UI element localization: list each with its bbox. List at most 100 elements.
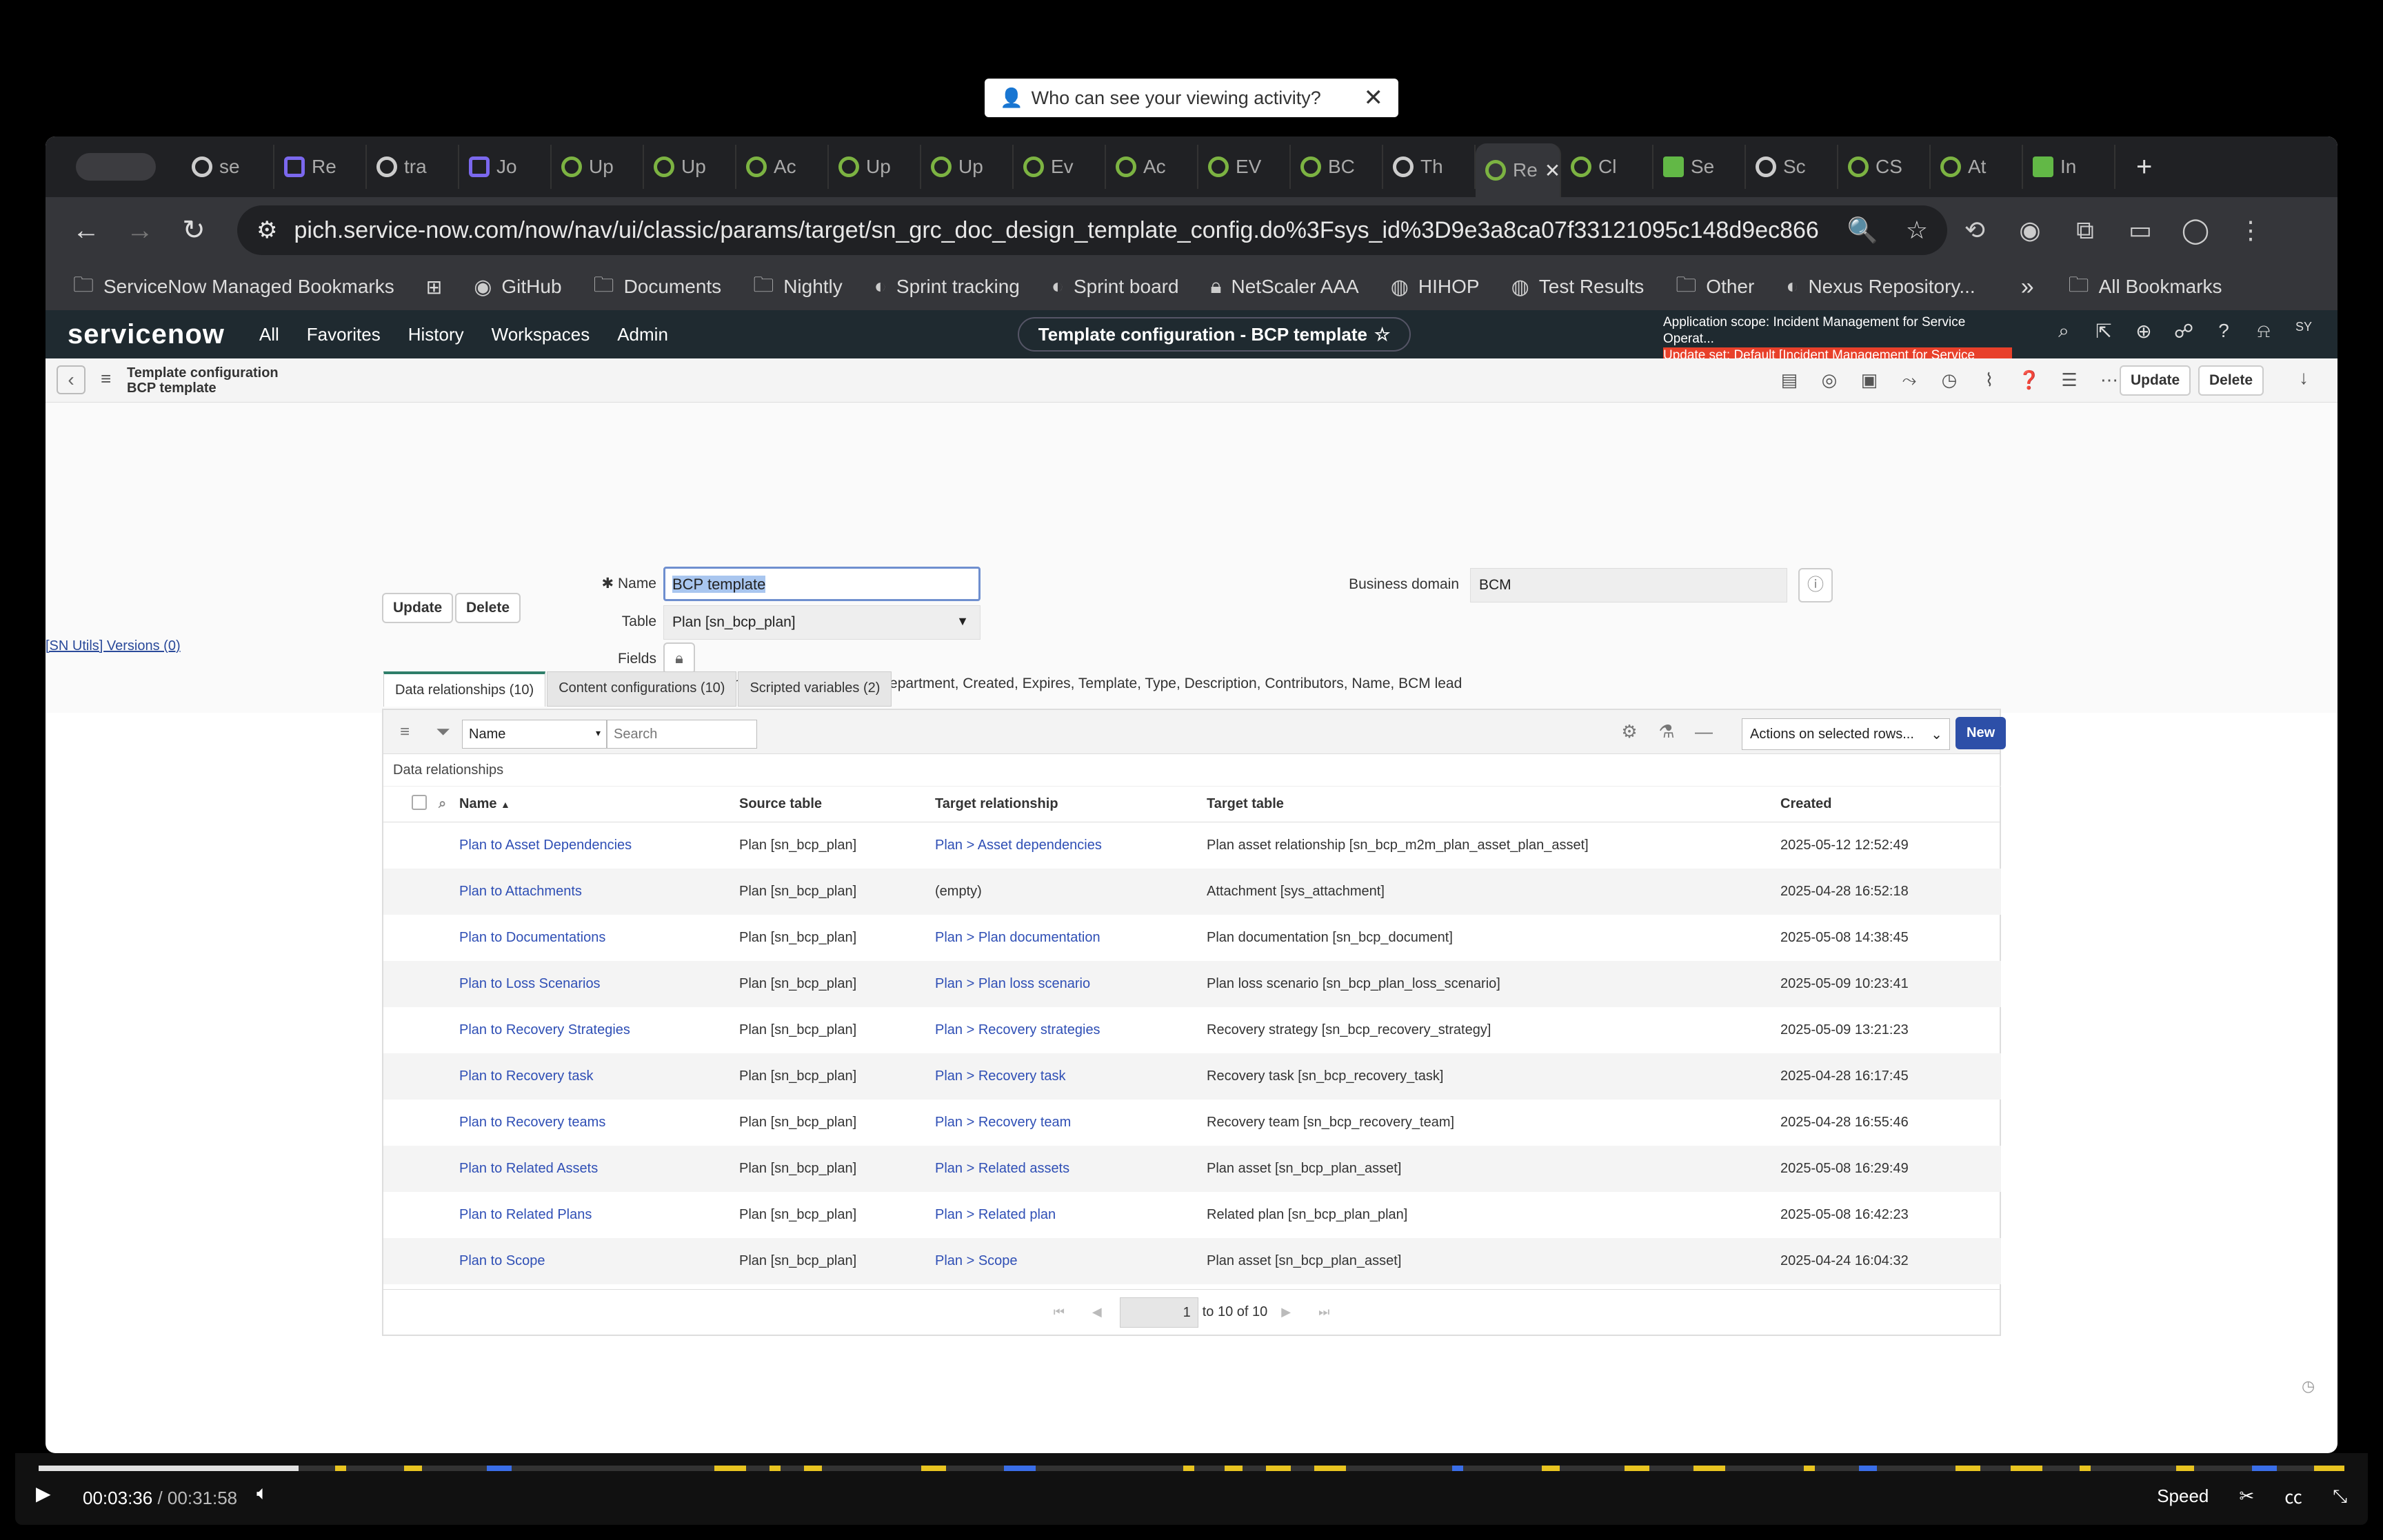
bookmark-item[interactable]: 🗀 Nightly (753, 270, 843, 305)
form-delete-button[interactable]: Delete (455, 593, 521, 623)
lock-icon[interactable]: 🔒︎ (663, 642, 695, 674)
row-target-relationship[interactable]: Plan > Scope (935, 1237, 1207, 1284)
bookmark-item[interactable]: 🗀 Documents (594, 270, 722, 305)
table-row[interactable]: Plan to Loss Scenarios Plan [sn_bcp_plan]… (383, 960, 2001, 1007)
row-name-link[interactable]: Plan to Scope (459, 1237, 739, 1284)
header-update-button[interactable]: Update (2120, 365, 2191, 396)
bell-icon[interactable]: ⍾ (2244, 320, 2284, 343)
browser-tab[interactable]: BC (1291, 145, 1383, 189)
more-menu-icon[interactable]: ⋮ (2223, 216, 2278, 245)
browser-tab[interactable]: Up (921, 145, 1014, 189)
row-name-link[interactable]: Plan to Asset Dependencies (459, 822, 739, 869)
zoom-icon[interactable]: 🔍 (1847, 216, 1878, 245)
table-row[interactable]: Plan to Asset Dependencies Plan [sn_bcp_p… (383, 822, 2001, 869)
nav-admin[interactable]: Admin (617, 324, 668, 345)
clock-icon[interactable]: ◷ (2302, 1377, 2315, 1395)
row-target-relationship[interactable]: Plan > Plan documentation (935, 915, 1207, 961)
browser-tab[interactable]: Up (552, 145, 644, 189)
column-header-target-table[interactable]: Target table (1207, 786, 1780, 822)
sn-utils-versions-link[interactable]: [SN Utils] Versions (0) (46, 638, 181, 654)
browser-tab[interactable]: Ev (1014, 145, 1106, 189)
volume-icon[interactable]: 🔈︎ (257, 1482, 268, 1505)
tab-content-configurations[interactable]: Content configurations (10) (547, 671, 737, 707)
settings-sliders-icon[interactable]: ☰ (2049, 369, 2089, 392)
list-menu-icon[interactable]: ≡ (400, 722, 410, 742)
browser-tab[interactable]: tra (367, 145, 459, 189)
flow-icon[interactable]: ⤳ (1889, 369, 1929, 392)
form-update-button[interactable]: Update (382, 593, 454, 623)
row-name-link[interactable]: Plan to Attachments (459, 868, 739, 915)
new-button[interactable]: New (1955, 717, 2007, 749)
next-page-icon[interactable]: ▶ (1281, 1305, 1291, 1319)
servicenow-logo[interactable]: servicenow (68, 319, 225, 350)
video-progress-bar[interactable] (39, 1466, 2344, 1471)
bookmark-star-icon[interactable]: ☆ (1906, 216, 1928, 245)
arrow-down-icon[interactable]: ↓ (2299, 367, 2309, 389)
site-settings-icon[interactable]: ⚙ (257, 216, 277, 244)
flask-icon[interactable]: ⚗ (1648, 721, 1685, 742)
close-icon[interactable]: ✕ (1364, 84, 1384, 112)
row-name-link[interactable]: Plan to Related Assets (459, 1145, 739, 1192)
context-title-pill[interactable]: Template configuration - BCP template ☆ (1018, 317, 1411, 352)
pointer-icon[interactable]: ⇱ (2084, 320, 2124, 343)
first-page-icon[interactable]: ⏮ (1054, 1305, 1065, 1319)
nav-workspaces[interactable]: Workspaces (492, 324, 590, 345)
nav-favorites[interactable]: Favorites (307, 324, 381, 345)
row-name-link[interactable]: Plan to Recovery teams (459, 1100, 739, 1146)
browser-tab[interactable]: At (1931, 145, 2023, 189)
bookmark-item[interactable]: 🗀 Other (1676, 270, 1754, 305)
column-header-target-relationship[interactable]: Target relationship (935, 786, 1207, 822)
close-tab-icon[interactable]: ✕ (1545, 159, 1560, 182)
browser-tab[interactable]: Ac (1106, 145, 1198, 189)
github-icon[interactable]: ◎ (1809, 369, 1849, 392)
apps-grid-icon[interactable]: ⊞ (426, 276, 442, 298)
collapse-icon[interactable]: — (1685, 721, 1722, 742)
all-bookmarks[interactable]: 🗀 All Bookmarks (2069, 270, 2222, 305)
help-icon[interactable]: ? (2204, 320, 2244, 343)
table-row[interactable]: Plan to Recovery teams Plan [sn_bcp_plan]… (383, 1100, 2001, 1146)
row-target-relationship[interactable]: Plan > Recovery team (935, 1100, 1207, 1146)
back-icon[interactable]: ‹ (57, 365, 86, 394)
search-field-select[interactable]: Name ▾ (462, 720, 607, 749)
history-icon[interactable]: ◷ (1929, 369, 1969, 392)
browser-tab[interactable]: Up (829, 145, 921, 189)
avatar[interactable]: SY (2284, 320, 2324, 343)
bookmark-item[interactable]: ◍ Test Results (1511, 275, 1645, 299)
browser-tab[interactable]: Ac (736, 145, 829, 189)
new-tab-button[interactable]: + (2136, 152, 2152, 183)
row-target-relationship[interactable]: Plan > Related plan (935, 1192, 1207, 1238)
speed-button[interactable]: Speed (2157, 1486, 2209, 1507)
select-all-checkbox[interactable] (412, 794, 427, 810)
browser-tab[interactable]: Th (1383, 145, 1476, 189)
extension-icon[interactable]: ⟲ (1947, 216, 2002, 245)
column-header-name[interactable]: Name ▲ (459, 786, 739, 822)
tab-scripted-variables[interactable]: Scripted variables (2) (738, 671, 892, 707)
row-name-link[interactable]: Plan to Related Plans (459, 1192, 739, 1238)
table-row[interactable]: Plan to Documentations Plan [sn_bcp_plan]… (383, 915, 2001, 961)
forward-button[interactable]: → (113, 215, 167, 246)
row-target-relationship[interactable]: Plan > Plan loss scenario (935, 960, 1207, 1007)
row-target-relationship[interactable]: Plan > Recovery strategies (935, 1007, 1207, 1053)
previous-page-icon[interactable]: ◀ (1092, 1305, 1102, 1319)
name-field[interactable]: BCP template (663, 567, 981, 601)
page-input[interactable]: 1 (1119, 1297, 1198, 1328)
table-row[interactable]: Plan to Recovery task Plan [sn_bcp_plan] P… (383, 1053, 2001, 1100)
address-bar[interactable]: ⚙ pich.service-now.com/now/nav/ui/classi… (237, 205, 1947, 255)
row-name-link[interactable]: Plan to Loss Scenarios (459, 960, 739, 1007)
search-icon[interactable]: ⌕ (439, 796, 446, 811)
bookmark-item[interactable]: ◐ Sprint board (1052, 275, 1179, 298)
bookmarks-overflow-icon[interactable]: » (2021, 274, 2034, 301)
nav-all[interactable]: All (259, 324, 279, 345)
bookmark-item[interactable]: ◉ GitHub (474, 275, 561, 299)
info-icon[interactable]: ⓘ (1798, 568, 1833, 602)
column-header-source[interactable]: Source table (739, 786, 935, 822)
globe-icon[interactable]: ⊕ (2124, 320, 2164, 343)
browser-tab[interactable]: Re ✕ (1476, 143, 1561, 197)
browser-tab[interactable]: Se (1653, 145, 1746, 189)
settings-gear-icon[interactable]: ⚙ (1611, 721, 1648, 742)
extension-green-icon[interactable]: ◉ (2002, 216, 2058, 245)
extensions-puzzle-icon[interactable]: ⧉ (2058, 216, 2113, 245)
bookmark-item[interactable]: 🔒︎ NetScaler AAA (1211, 275, 1359, 298)
browser-tab[interactable]: Cl (1561, 145, 1653, 189)
tab-group-collapsed[interactable] (76, 153, 156, 181)
